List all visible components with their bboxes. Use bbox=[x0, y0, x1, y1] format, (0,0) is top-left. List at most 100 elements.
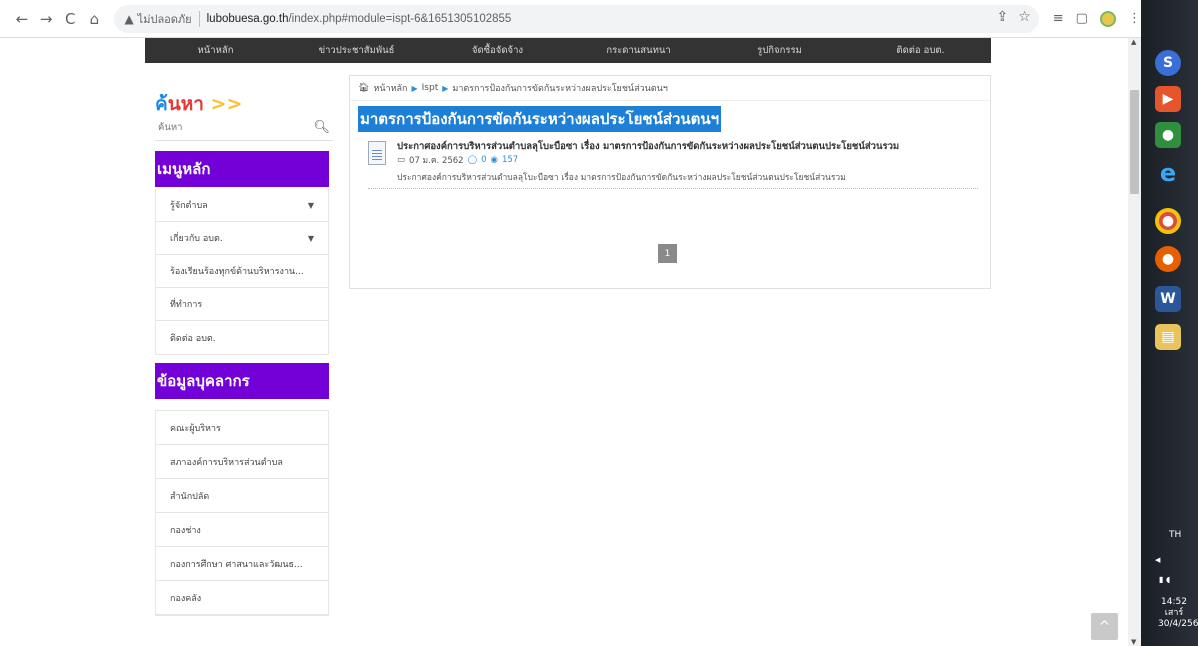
app-icon-game[interactable]: ● bbox=[1155, 122, 1181, 148]
nav-item-contact[interactable]: ติดต่อ อบต. bbox=[850, 38, 991, 63]
reload-icon[interactable]: C bbox=[60, 8, 80, 30]
search-icon[interactable]: 🔍︎ bbox=[313, 120, 330, 135]
extension-icon[interactable] bbox=[1099, 10, 1116, 27]
browser-menu-icon[interactable]: ⋮ bbox=[1128, 11, 1141, 26]
menu-item-contact[interactable]: ติดต่อ อบต. bbox=[156, 321, 328, 354]
scrollbar-thumb[interactable] bbox=[1130, 90, 1139, 194]
scroll-up-icon[interactable]: ▲ bbox=[1131, 38, 1136, 46]
search-title-part: นหา bbox=[167, 93, 204, 115]
article-date: 07 ม.ค. 2562 bbox=[409, 156, 464, 166]
eye-icon: ◉ bbox=[490, 155, 498, 165]
caret-down-icon: ▼ bbox=[307, 233, 314, 243]
word-icon[interactable]: W bbox=[1155, 286, 1181, 312]
article-description: ประกาศองค์การบริหารส่วนตำบลลุโบะบือซา เร… bbox=[397, 173, 846, 183]
home-icon[interactable]: ⌂ bbox=[84, 8, 104, 30]
home-icon: 🏠︎ bbox=[358, 83, 370, 93]
personnel-item-engineering[interactable]: กองช่าง bbox=[156, 513, 328, 547]
pagination-page-1[interactable]: 1 bbox=[658, 244, 677, 263]
personnel-item-clerk-office[interactable]: สำนักปลัด bbox=[156, 479, 328, 513]
menu-item-label: ที่ทำการ bbox=[170, 300, 203, 310]
personnel-list: คณะผู้บริหาร สภาองค์การบริหารส่วนตำบล สำ… bbox=[155, 410, 329, 616]
firefox-icon[interactable]: ● bbox=[1155, 246, 1181, 272]
menu-item-about-sao[interactable]: เกี่ยวกับ อบต. ▼ bbox=[156, 222, 328, 255]
chevron-right-icon: ▶ bbox=[411, 83, 418, 93]
page-viewport: หน้าหลัก ข่าวประชาสัมพันธ์ จัดซื้อจัดจ้า… bbox=[0, 38, 1128, 646]
menu-item-label: สภาองค์การบริหารส่วนตำบล bbox=[170, 457, 283, 468]
clock-date: 30/4/2565 bbox=[1158, 619, 1198, 629]
menu-item-complaints[interactable]: ร้องเรียนร้องทุกข์ด้านบริหารงาน... bbox=[156, 255, 328, 288]
main-content: 🏠︎ หน้าหลัก ▶ Ispt ▶ มาตรการป้องกันการขั… bbox=[349, 75, 991, 289]
internet-explorer-icon[interactable]: e bbox=[1155, 159, 1181, 187]
url-domain: lubobuesa.go.th bbox=[206, 12, 289, 25]
main-menu-heading: เมนูหลัก bbox=[155, 151, 329, 187]
reading-list-icon[interactable]: ≡ bbox=[1053, 11, 1064, 26]
personnel-item-council[interactable]: สภาองค์การบริหารส่วนตำบล bbox=[156, 445, 328, 479]
article-views: 157 bbox=[501, 155, 519, 165]
menu-item-label: กองช่าง bbox=[170, 525, 201, 536]
personnel-item-finance[interactable]: กองคลัง bbox=[156, 581, 328, 615]
app-icon-media-player[interactable]: ▶ bbox=[1155, 86, 1181, 112]
breadcrumb-ispt[interactable]: Ispt bbox=[422, 83, 439, 93]
menu-item-label: ร้องเรียนร้องทุกข์ด้านบริหารงาน... bbox=[170, 267, 304, 277]
calendar-icon: ▭ bbox=[397, 155, 406, 165]
file-explorer-icon[interactable]: ▤ bbox=[1155, 324, 1181, 350]
chevron-right-icon: ▶ bbox=[442, 83, 449, 93]
forward-icon[interactable]: → bbox=[36, 8, 56, 30]
browser-toolbar: ← → C ⌂ ▲ ไม่ปลอดภัย lubobuesa.go.th/ind… bbox=[0, 0, 1141, 38]
back-icon[interactable]: ← bbox=[12, 8, 32, 30]
personnel-item-executives[interactable]: คณะผู้บริหาร bbox=[156, 411, 328, 445]
chrome-icon[interactable]: ● bbox=[1155, 208, 1181, 234]
network-volume-icon[interactable]: ▮ ◖ bbox=[1159, 575, 1170, 584]
share-icon[interactable]: ⇪ bbox=[996, 9, 1008, 25]
nav-item-news[interactable]: ข่าวประชาสัมพันธ์ bbox=[286, 38, 427, 63]
search-title: ค้นหา >> bbox=[145, 75, 341, 115]
bookmark-star-icon[interactable]: ☆ bbox=[1018, 9, 1031, 25]
side-panel-icon[interactable]: ▢ bbox=[1076, 11, 1088, 26]
page-title: มาตรการป้องกันการขัดกันระหว่างผลประโยชน์… bbox=[358, 106, 722, 132]
app-icon-s[interactable]: S bbox=[1155, 50, 1181, 76]
breadcrumb: 🏠︎ หน้าหลัก ▶ Ispt ▶ มาตรการป้องกันการขั… bbox=[350, 76, 990, 101]
clock-time: 14:52 bbox=[1161, 597, 1187, 607]
document-icon bbox=[368, 141, 386, 165]
page-scrollbar[interactable]: ▲ ▼ bbox=[1128, 38, 1141, 646]
scroll-to-top-button[interactable]: ^ bbox=[1091, 613, 1118, 640]
os-taskbar: S ▶ ● e ● ● W ▤ TH ◀ ▮ ◖ 14:52 เสาร์ 30/… bbox=[1141, 0, 1198, 646]
scroll-down-icon[interactable]: ▼ bbox=[1131, 638, 1136, 646]
address-bar[interactable]: ▲ ไม่ปลอดภัย lubobuesa.go.th/index.php#m… bbox=[114, 4, 1039, 33]
search-title-part: ค้ bbox=[155, 93, 168, 115]
menu-item-label: ติดต่อ อบต. bbox=[170, 333, 216, 344]
clock[interactable]: 14:52 เสาร์ 30/4/2565 bbox=[1158, 597, 1198, 630]
personnel-heading: ข้อมูลบุคลากร bbox=[155, 363, 329, 399]
menu-item-label: กองคลัง bbox=[170, 593, 202, 604]
top-navigation: หน้าหลัก ข่าวประชาสัมพันธ์ จัดซื้อจัดจ้า… bbox=[145, 38, 991, 63]
article-meta: ▭ 07 ม.ค. 2562 ◯ 0 ◉ 157 bbox=[397, 153, 518, 167]
search-box: 🔍︎ bbox=[155, 115, 333, 141]
article-item: ประกาศองค์การบริหารส่วนตำบลลุโบะบือซา เร… bbox=[368, 139, 978, 189]
menu-item-office[interactable]: ที่ทำการ bbox=[156, 288, 328, 321]
nav-item-gallery[interactable]: รูปกิจกรรม bbox=[709, 38, 850, 63]
search-input[interactable] bbox=[158, 122, 298, 133]
nav-item-forum[interactable]: กระดานสนทนา bbox=[568, 38, 709, 63]
menu-item-label: เกี่ยวกับ อบต. bbox=[170, 234, 223, 244]
breadcrumb-current: มาตรการป้องกันการขัดกันระหว่างผลประโยชน์… bbox=[452, 84, 668, 94]
breadcrumb-home[interactable]: หน้าหลัก bbox=[373, 81, 407, 95]
omnibox-actions: ⇪ ☆ bbox=[996, 9, 1030, 25]
menu-item-label: คณะผู้บริหาร bbox=[170, 423, 221, 434]
comment-icon: ◯ bbox=[467, 155, 478, 165]
language-indicator[interactable]: TH bbox=[1169, 530, 1181, 540]
browser-tools: ≡ ▢ ⋮ bbox=[1053, 10, 1141, 27]
menu-item-about-subdistrict[interactable]: รู้จักตำบล ▼ bbox=[156, 189, 328, 222]
menu-item-label: รู้จักตำบล bbox=[170, 201, 208, 211]
article-comments: 0 bbox=[481, 155, 487, 165]
caret-down-icon: ▼ bbox=[307, 200, 314, 210]
security-status[interactable]: ไม่ปลอดภัย bbox=[138, 10, 192, 28]
menu-item-label: กองการศึกษา ศาสนาและวัฒนธ... bbox=[170, 559, 303, 570]
personnel-item-education[interactable]: กองการศึกษา ศาสนาและวัฒนธ... bbox=[156, 547, 328, 581]
article-title-link[interactable]: ประกาศองค์การบริหารส่วนตำบลลุโบะบือซา เร… bbox=[397, 139, 899, 154]
nav-item-home[interactable]: หน้าหลัก bbox=[145, 38, 286, 63]
warning-icon[interactable]: ▲ bbox=[124, 12, 133, 26]
url-text[interactable]: lubobuesa.go.th/index.php#module=ispt-6&… bbox=[207, 13, 512, 25]
nav-item-procurement[interactable]: จัดซื้อจัดจ้าง bbox=[427, 38, 568, 63]
menu-item-label: สำนักปลัด bbox=[170, 491, 210, 502]
tray-expand-icon[interactable]: ◀ bbox=[1155, 556, 1160, 564]
